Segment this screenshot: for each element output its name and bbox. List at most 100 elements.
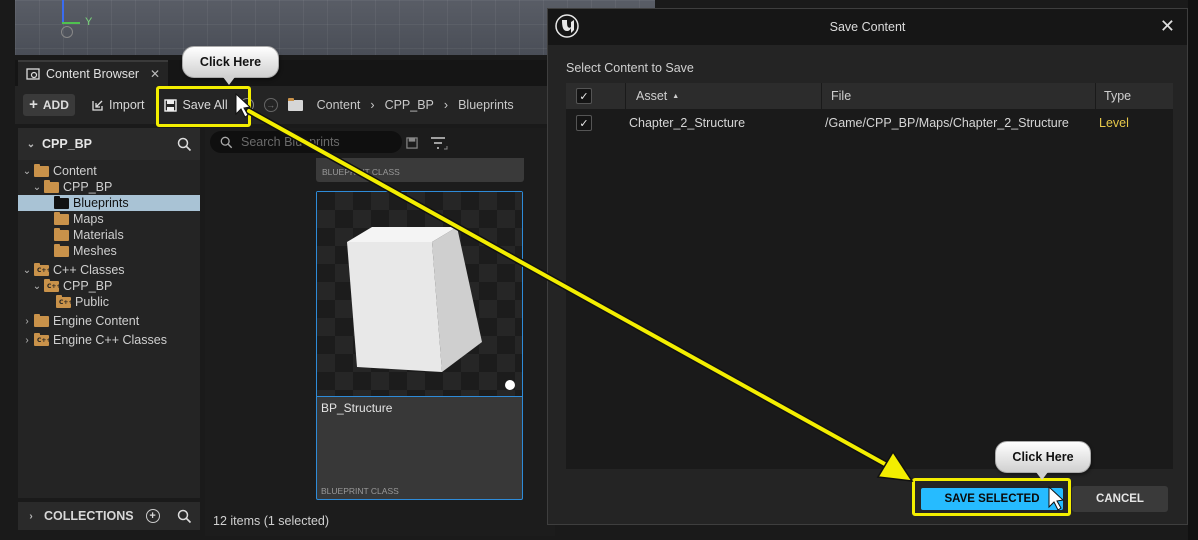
callout-text: Click Here (1012, 450, 1074, 464)
cube-preview-image (347, 227, 515, 390)
cpp-folder-icon (34, 262, 51, 276)
asset-tile-partial[interactable]: BLUEPRINT CLASS (316, 158, 524, 182)
search-icon (220, 136, 233, 148)
row-checkbox[interactable]: ✓ (576, 115, 592, 131)
close-icon[interactable]: ✕ (1160, 17, 1175, 35)
tree-item-engine-content[interactable]: › Engine Content (18, 313, 200, 329)
search-icon[interactable] (177, 137, 192, 152)
import-button[interactable]: Import (85, 93, 150, 117)
click-here-callout-bottom: Click Here (995, 441, 1091, 480)
add-button[interactable]: + ADD (23, 94, 75, 116)
content-browser-toolbar: + ADD Import Save All ← → Content › CPP_… (15, 86, 555, 124)
tree-item-label: Meshes (73, 244, 117, 258)
chevron-right-icon: › (25, 334, 29, 346)
asset-class-label: BLUEPRINT CLASS (322, 167, 400, 177)
plus-icon: + (29, 96, 38, 113)
save-search-icon[interactable] (406, 137, 418, 149)
column-header-type[interactable]: Type (1096, 83, 1173, 109)
history-forward-icon[interactable]: → (263, 98, 278, 112)
tree-root-label: CPP_BP (42, 137, 93, 151)
breadcrumb: Content › CPP_BP › Blueprints (287, 97, 514, 112)
tree-item-cpp-bp[interactable]: ⌄ CPP_BP (18, 179, 200, 195)
folder-icon (287, 97, 303, 111)
tree-item-meshes[interactable]: Meshes (18, 243, 200, 259)
tree-item-maps[interactable]: Maps (18, 211, 200, 227)
close-tab-icon[interactable]: ✕ (150, 67, 160, 81)
tree-item-label: Blueprints (73, 196, 129, 210)
folder-icon (54, 243, 69, 257)
column-file-label: File (831, 89, 852, 103)
dialog-title-bar[interactable]: Save Content ✕ (548, 9, 1187, 45)
column-header-asset[interactable]: Asset ▲ (626, 83, 822, 109)
collections-header[interactable]: › COLLECTIONS + (18, 502, 200, 530)
collections-label: COLLECTIONS (44, 509, 134, 523)
breadcrumb-content[interactable]: Content (317, 98, 361, 112)
chevron-down-icon: ⌄ (32, 280, 42, 292)
tree-item-public[interactable]: Public (18, 294, 200, 310)
add-label: ADD (42, 98, 69, 112)
chevron-down-icon: ⌄ (22, 264, 32, 276)
column-asset-label: Asset (636, 89, 668, 103)
asset-class-label: BLUEPRINT CLASS (321, 486, 399, 496)
table-row[interactable]: ✓ Chapter_2_Structure /Game/CPP_BP/Maps/… (566, 111, 1173, 135)
cpp-folder-icon (34, 332, 51, 346)
search-input[interactable]: Search Blueprints (210, 131, 402, 153)
folder-open-icon (44, 179, 59, 193)
import-label: Import (109, 98, 145, 112)
asset-cell: Chapter_2_Structure (629, 116, 746, 130)
tab-content-browser[interactable]: Content Browser ✕ (18, 60, 168, 86)
tab-label: Content Browser (46, 67, 140, 81)
content-browser-icon (26, 68, 40, 80)
save-selected-highlight (912, 478, 1071, 516)
tree-item-cpp-classes[interactable]: ⌄ C++ Classes (18, 262, 200, 278)
tree-item-content[interactable]: ⌄ Content (18, 163, 200, 179)
filter-icon[interactable] (430, 136, 448, 150)
camera-icon (61, 26, 73, 38)
type-cell: Level (1099, 116, 1129, 130)
breadcrumb-cpp-bp[interactable]: CPP_BP (385, 98, 434, 112)
chevron-right-icon: › (25, 315, 29, 327)
item-count-status: 12 items (1 selected) (213, 514, 330, 528)
tree-item-label: Engine Content (53, 314, 140, 328)
tree-item-label: Maps (73, 212, 104, 226)
tree-item-label: C++ Classes (53, 263, 125, 277)
tree-item-label: Public (75, 295, 110, 309)
search-placeholder: Search Blueprints (241, 135, 340, 149)
tree-item-cpp-bp-classes[interactable]: ⌄ CPP_BP (18, 278, 200, 294)
sort-ascending-icon: ▲ (672, 92, 680, 100)
tree-header[interactable]: ⌄ CPP_BP (18, 128, 200, 160)
asset-dot-icon (505, 380, 515, 390)
chevron-down-icon: ⌄ (32, 181, 42, 193)
column-header-file[interactable]: File (822, 83, 1096, 109)
content-browser-tabbar: Content Browser ✕ (15, 60, 555, 86)
cancel-button[interactable]: CANCEL (1072, 486, 1168, 512)
folder-icon (54, 211, 69, 225)
asset-tile-bp-structure[interactable]: BP_Structure BLUEPRINT CLASS (316, 191, 523, 500)
chevron-right-icon: › (29, 510, 33, 522)
select-all-checkbox[interactable]: ✓ (576, 88, 592, 104)
tree-item-label: CPP_BP (63, 180, 113, 194)
asset-view: Search Blueprints BLUEPRINT CLASS BP_Str… (205, 128, 555, 536)
asset-name: BP_Structure (321, 401, 393, 415)
asset-thumbnail (317, 192, 522, 397)
tree-item-materials[interactable]: Materials (18, 227, 200, 243)
tree-item-engine-cpp-classes[interactable]: › Engine C++ Classes (18, 332, 200, 348)
dialog-title: Save Content (829, 20, 906, 34)
tree-item-label: Content (53, 164, 97, 178)
tree-item-blueprints[interactable]: Blueprints (18, 195, 200, 211)
folder-icon (54, 227, 69, 241)
tree-item-label: Engine C++ Classes (53, 333, 167, 347)
list-header: ✓ Asset ▲ File Type (566, 83, 1173, 109)
content-list: ✓ Asset ▲ File Type ✓ Chapter_2_Structur… (566, 83, 1173, 469)
breadcrumb-blueprints[interactable]: Blueprints (458, 98, 514, 112)
chevron-right-icon: › (370, 98, 375, 112)
tree-item-label: CPP_BP (63, 279, 113, 293)
chevron-down-icon: ⌄ (22, 165, 32, 177)
dialog-subtitle: Select Content to Save (566, 61, 694, 75)
cpp-folder-icon (56, 294, 73, 308)
row-checkbox-cell: ✓ (576, 111, 592, 135)
add-collection-icon[interactable]: + (145, 509, 160, 523)
callout-text: Click Here (199, 55, 262, 69)
search-icon[interactable] (177, 509, 192, 524)
import-icon (92, 100, 103, 111)
